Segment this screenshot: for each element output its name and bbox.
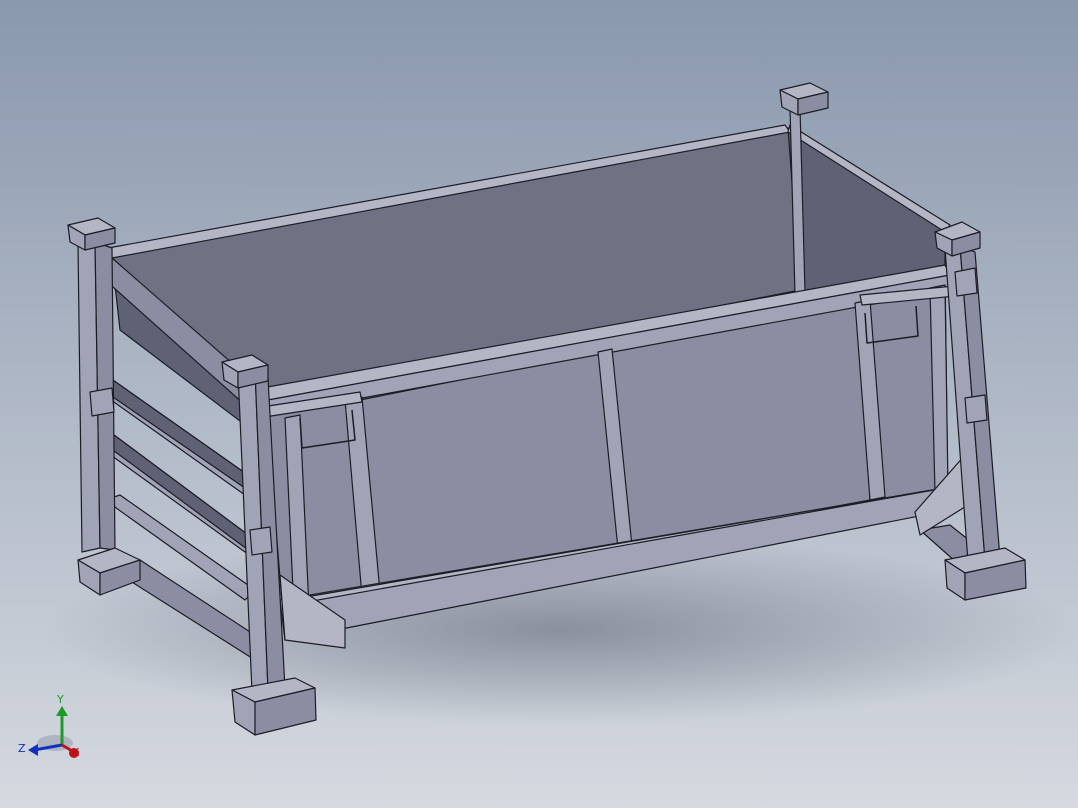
graphics-viewport[interactable]: Y Z X xyxy=(0,0,1078,808)
clip-front-left-1 xyxy=(249,526,273,556)
triad-y-label: Y xyxy=(56,693,64,706)
triad-z-label: Z xyxy=(18,742,26,755)
model-3d-view[interactable]: Y Z X xyxy=(0,0,1078,808)
clip-back-left-1 xyxy=(89,387,115,417)
triad-x-label: X xyxy=(72,746,80,759)
clip-front-right-1 xyxy=(964,394,988,424)
clip-front-right-2 xyxy=(954,267,978,297)
